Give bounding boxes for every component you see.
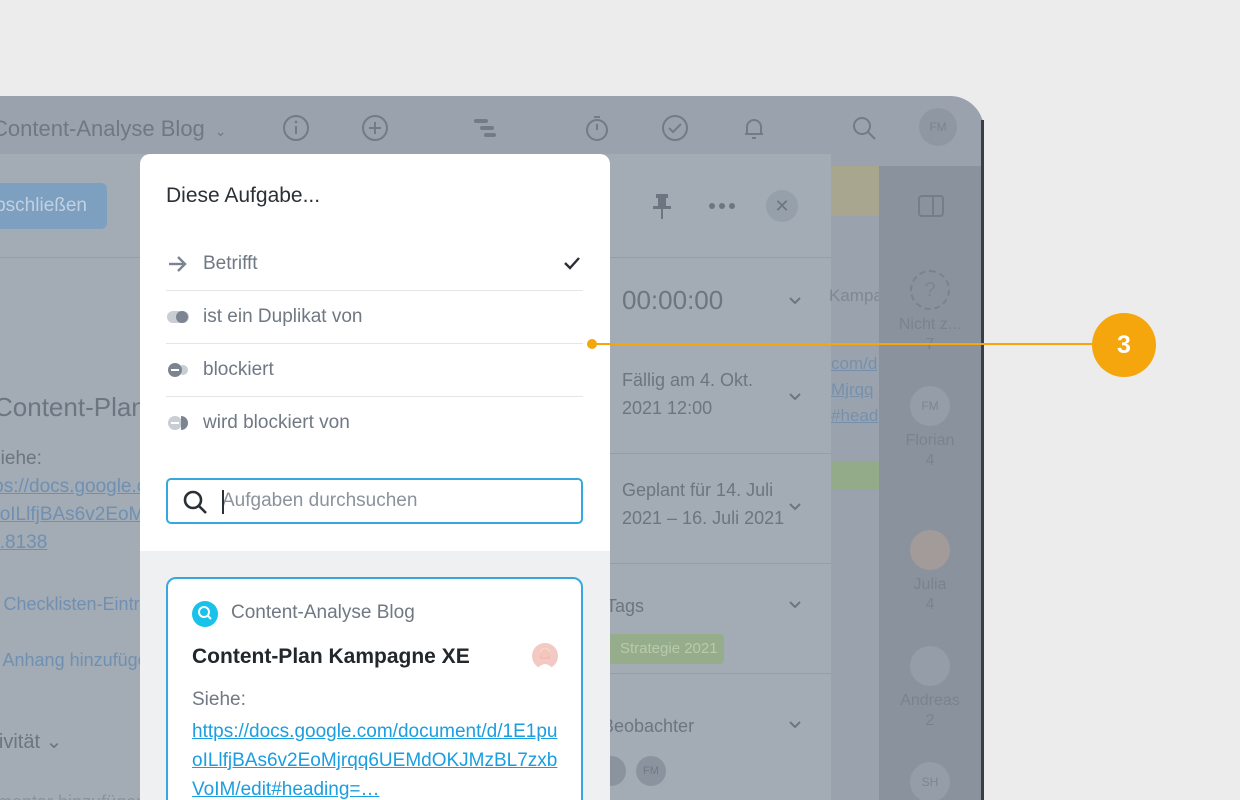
blocked-by-icon: [168, 416, 188, 430]
result-task-name: Content-Plan Kampagne XE: [192, 645, 470, 668]
relation-option-duplicate[interactable]: ist ein Duplikat von: [166, 291, 583, 344]
search-input[interactable]: [222, 487, 572, 515]
person-andreas[interactable]: Andreas 2: [879, 646, 981, 730]
result-card[interactable]: Content-Analyse Blog Content-Plan Kampag…: [166, 577, 583, 800]
chevron-down-icon: [789, 503, 801, 511]
comment-input-behind[interactable]: Kommentar hinzufügen: [0, 792, 146, 800]
person-julia[interactable]: Julia 4: [879, 530, 981, 614]
activity-heading[interactable]: Aktivität ⌄: [0, 729, 62, 754]
checkmark-icon: [564, 257, 580, 270]
due-line-2: 2021 12:00: [622, 398, 713, 418]
person-florian[interactable]: FM Florian 4: [879, 386, 981, 470]
task-properties-column: 00:00:00 Fällig am 4. Okt. 2021 12:00 Ge…: [596, 258, 831, 800]
due-line-1: Fällig am 4. Okt.: [622, 370, 754, 390]
complete-task-button[interactable]: abschließen: [0, 183, 107, 229]
timer-value: 00:00:00: [622, 285, 724, 315]
info-icon[interactable]: [282, 114, 310, 142]
chevron-down-icon: [789, 297, 801, 305]
stopwatch-icon[interactable]: [583, 114, 611, 142]
timeline-icon[interactable]: [472, 114, 500, 142]
person-count: 2: [925, 712, 935, 729]
people-sidebar: ? Nicht z... 7 FM Florian 4 Julia 4 Andr…: [879, 166, 981, 800]
person-name: Andreas: [900, 692, 960, 709]
chevron-down-icon: ⌄: [214, 123, 227, 139]
relation-option-blocks[interactable]: blockiert: [166, 344, 583, 397]
person-name: Nicht z...: [898, 316, 962, 333]
board-column-header: [831, 166, 879, 216]
planned-row[interactable]: Geplant für 14. Juli 2021 – 16. Juli 202…: [610, 454, 831, 564]
timer-row[interactable]: 00:00:00: [610, 258, 831, 344]
watchers-label: Beobachter: [602, 716, 695, 736]
relation-option-blocked-by[interactable]: wird blockiert von: [166, 397, 583, 450]
callout-line: [592, 343, 1098, 345]
planned-line-2: 2021 – 16. Juli 2021: [622, 508, 785, 528]
popup-title: Diese Aufgabe...: [166, 184, 321, 207]
more-options-icon[interactable]: [708, 200, 736, 212]
top-bar: Content-Analyse Blog ⌄ FM: [0, 96, 984, 160]
avatar: SH: [910, 762, 950, 800]
tag-badge[interactable]: Strategie 2021: [606, 634, 724, 664]
strip-link-1: com/d: [831, 354, 878, 373]
add-attachment-link[interactable]: + Anhang hinzufügen: [0, 650, 158, 671]
check-circle-icon[interactable]: [661, 114, 689, 142]
relation-label: ist ein Duplikat von: [203, 306, 363, 327]
result-desc-link[interactable]: https://docs.google.com/document/d/1E1pu…: [192, 717, 562, 800]
arrow-right-icon: [169, 256, 187, 272]
search-icon[interactable]: [850, 114, 878, 142]
window-edge: [981, 120, 984, 800]
board-tag-strip: [831, 462, 879, 490]
chevron-down-icon: [789, 601, 801, 609]
relation-option-betrifft[interactable]: Betrifft: [166, 238, 583, 291]
person-unassigned[interactable]: ? Nicht z... 7: [879, 270, 981, 354]
person-name: Julia: [913, 576, 947, 593]
person-count: 4: [925, 596, 935, 613]
close-panel-button[interactable]: ✕: [766, 190, 798, 222]
link-line-3[interactable]: L7zxbVoIM/edit#heading=h.8138: [0, 532, 47, 554]
add-icon[interactable]: [361, 114, 389, 142]
avatar: [910, 646, 950, 686]
strip-link-2: Mjrqq: [831, 380, 874, 399]
relation-label: Betrifft: [203, 253, 258, 274]
user-avatar[interactable]: FM: [919, 108, 957, 146]
chevron-down-icon: [789, 721, 801, 729]
duplicate-toggle-icon: [167, 311, 189, 323]
avatar: [910, 530, 950, 570]
text-caret: [222, 490, 224, 514]
project-search-icon: [192, 601, 218, 627]
blocks-icon: [168, 363, 188, 377]
project-title-text: Content-Analyse Blog: [0, 116, 205, 141]
add-checklist-link[interactable]: + Checklisten-Eintrag: [0, 594, 160, 615]
project-title[interactable]: Content-Analyse Blog ⌄: [0, 116, 227, 142]
see-label-behind: Siehe:: [0, 448, 42, 469]
tags-label: Tags: [606, 596, 645, 616]
search-icon: [183, 490, 207, 514]
person-count: 4: [925, 452, 935, 469]
tags-row[interactable]: Tags Strategie 2021: [606, 564, 831, 674]
watchers-row[interactable]: Beobachter FM: [596, 674, 831, 800]
result-project-name: Content-Analyse Blog: [231, 602, 415, 623]
avatar: FM: [910, 386, 950, 426]
panel-toggle-icon[interactable]: [917, 194, 945, 218]
activity-label: Aktivität: [0, 731, 41, 753]
relation-label: wird blockiert von: [203, 412, 350, 433]
person-name: Florian: [905, 432, 955, 449]
watcher-avatar-fm: FM: [636, 756, 666, 786]
bell-icon[interactable]: [740, 114, 768, 142]
chevron-down-icon: [789, 393, 801, 401]
person-sh[interactable]: SH: [879, 762, 981, 800]
callout-number-badge: 3: [1092, 313, 1156, 377]
planned-line-1: Geplant für 14. Juli: [622, 480, 774, 500]
pin-icon[interactable]: [650, 192, 674, 220]
due-date-row[interactable]: Fällig am 4. Okt. 2021 12:00: [610, 344, 831, 454]
task-relation-popup: Diese Aufgabe... Betrifft ist ein Duplik…: [140, 154, 610, 800]
relation-label: blockiert: [203, 359, 274, 380]
close-icon: ✕: [774, 195, 790, 216]
person-count: 7: [879, 336, 981, 354]
unassigned-avatar: ?: [910, 270, 950, 310]
task-search-box[interactable]: [166, 478, 583, 524]
result-desc-label: Siehe:: [192, 689, 246, 710]
search-results: Content-Analyse Blog Content-Plan Kampag…: [140, 551, 610, 800]
strip-link-3: #head: [831, 406, 879, 425]
assignee-avatar: [532, 643, 558, 669]
